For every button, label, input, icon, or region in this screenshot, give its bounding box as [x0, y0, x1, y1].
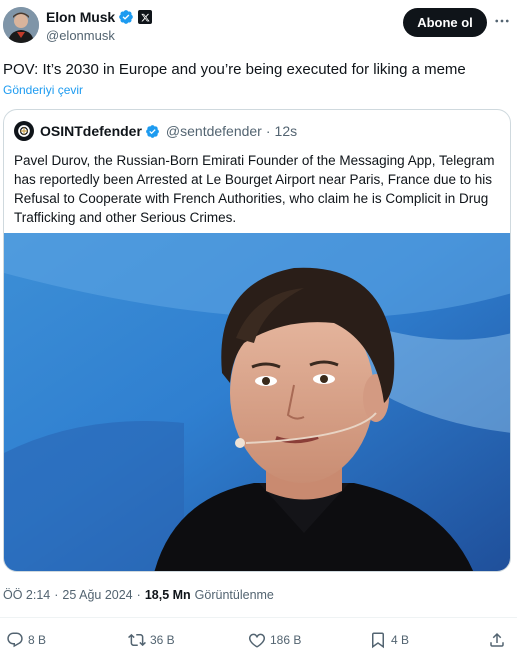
bookmark-count: 4 B	[391, 633, 410, 647]
quoted-verified-badge-icon	[146, 124, 159, 138]
views-count: 18,5 Mn	[144, 588, 191, 602]
reply-count: 8 B	[28, 633, 47, 647]
reply-icon	[7, 632, 23, 648]
quoted-timestamp: 12s	[274, 123, 298, 139]
tweet-header: Elon Musk @elonmusk Abone ol	[0, 0, 517, 52]
like-button[interactable]: 186 B	[248, 628, 301, 652]
verified-badge-icon	[119, 10, 133, 24]
quoted-author-handle: @sentdefender	[165, 123, 262, 139]
like-count: 186 B	[270, 633, 302, 647]
quoted-tweet[interactable]: OSINTdefender @sentdefender · 12s Pavel …	[3, 109, 511, 572]
tweet-time[interactable]: ÖÖ 2:14	[3, 588, 50, 602]
action-bar: 8 B 36 B 186 B 4 B	[0, 628, 517, 652]
translate-link[interactable]: Gönderiyi çevir	[3, 83, 83, 97]
meta-separator: ·	[136, 588, 141, 602]
tweet-text: POV: It’s 2030 in Europe and you’re bein…	[3, 61, 466, 78]
x-logo-badge-icon	[138, 10, 153, 24]
quoted-author-display-name: OSINTdefender	[40, 123, 142, 139]
quoted-separator: ·	[265, 123, 271, 139]
quoted-author-avatar	[14, 121, 34, 141]
share-button[interactable]	[488, 628, 510, 652]
heart-icon	[248, 633, 266, 648]
views-label: Görüntülenme	[194, 588, 274, 602]
ellipsis-icon[interactable]	[491, 10, 513, 32]
repost-count: 36 B	[150, 633, 175, 647]
author-names: Elon Musk @elonmusk	[46, 8, 153, 43]
tweet-date[interactable]: 25 Ağu 2024	[62, 588, 132, 602]
repost-icon	[128, 633, 146, 647]
quoted-tweet-text: Pavel Durov, the Russian-Born Emirati Fo…	[14, 153, 495, 225]
bookmark-button[interactable]: 4 B	[369, 628, 409, 652]
quoted-tweet-header: OSINTdefender @sentdefender · 12s	[14, 121, 297, 141]
author-handle[interactable]: @elonmusk	[46, 28, 152, 43]
author-avatar[interactable]	[3, 7, 39, 43]
portrait-image	[4, 233, 510, 571]
share-icon	[490, 632, 504, 647]
divider	[0, 617, 517, 618]
follow-button[interactable]: Abone ol	[403, 8, 487, 37]
reply-button[interactable]: 8 B	[6, 628, 46, 652]
tweet-meta: ÖÖ 2:14 · 25 Ağu 2024 · 18,5 Mn Görüntül…	[3, 588, 274, 602]
bookmark-icon	[372, 632, 384, 649]
author-display-name[interactable]: Elon Musk	[46, 9, 115, 25]
quoted-tweet-photo[interactable]	[4, 233, 510, 571]
repost-button[interactable]: 36 B	[128, 628, 175, 652]
meta-separator: ·	[54, 588, 59, 602]
